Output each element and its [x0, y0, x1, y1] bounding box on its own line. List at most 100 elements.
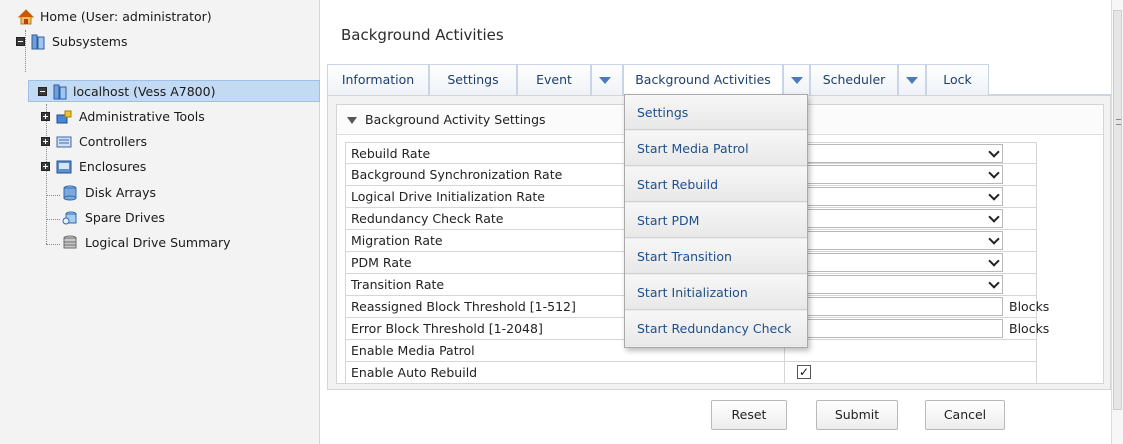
menu-item-start-transition[interactable]: Start Transition [625, 239, 807, 274]
menu-item-start-rebuild[interactable]: Start Rebuild [625, 167, 807, 202]
collapse-icon[interactable] [38, 87, 47, 96]
cancel-button[interactable]: Cancel [925, 400, 1005, 430]
tree-label-localhost: localhost (Vess A7800) [73, 84, 216, 99]
chevron-down-icon [988, 167, 1000, 179]
tab-scheduler[interactable]: Scheduler [810, 64, 898, 95]
tab-background-activities-menu-icon[interactable] [783, 64, 810, 95]
tree-item-spare-drives[interactable]: Spare Drives [0, 207, 320, 229]
setting-label: Error Block Threshold [1-2048] [351, 321, 543, 336]
setting-value-cell: m [785, 186, 1037, 208]
chevron-down-icon [988, 255, 1000, 267]
tree-item-disk-arrays[interactable]: Disk Arrays [0, 182, 320, 204]
setting-label: Transition Rate [351, 277, 445, 292]
tree-label: Spare Drives [85, 210, 165, 225]
tab-bar: Information Settings Event Background Ac… [327, 64, 1111, 96]
tree-item-controllers[interactable]: Controllers [0, 131, 320, 153]
rebuild-rate-select[interactable] [787, 144, 1003, 163]
chevron-down-icon [988, 146, 1000, 158]
menu-item-settings[interactable]: Settings [625, 95, 807, 130]
expand-icon[interactable] [41, 162, 50, 171]
chevron-down-icon [988, 189, 1000, 201]
submit-button[interactable]: Submit [816, 400, 898, 430]
spare-drive-icon [62, 211, 77, 225]
tree-label-subsystems: Subsystems [52, 34, 128, 49]
setting-value-cell: m [785, 274, 1037, 296]
setting-value-cell: Blocks [785, 296, 1049, 318]
redundancy-check-rate-select[interactable] [787, 209, 1003, 228]
tree-item-logical-drive-summary[interactable]: Logical Drive Summary [0, 232, 320, 254]
setting-value-cell [785, 252, 1037, 274]
tab-settings[interactable]: Settings [429, 64, 517, 95]
tab-lock[interactable]: Lock [926, 64, 989, 95]
tools-icon [56, 110, 72, 124]
disk-array-icon [63, 185, 77, 201]
setting-label: Logical Drive Initialization Rate [351, 189, 545, 204]
tree-label: Administrative Tools [79, 109, 205, 124]
expand-icon[interactable] [41, 137, 50, 146]
tree-label: Controllers [79, 134, 147, 149]
enclosure-icon [56, 160, 72, 174]
tree-item-subsystems[interactable]: Subsystems [0, 31, 320, 53]
chevron-down-icon [988, 211, 1000, 223]
menu-item-start-pdm[interactable]: Start PDM [625, 203, 807, 238]
tab-background-activities[interactable]: Background Activities [623, 64, 783, 96]
controller-icon [56, 136, 72, 148]
unit-label: Blocks [1009, 299, 1050, 314]
pdm-rate-select[interactable] [787, 253, 1003, 272]
server-icon [53, 84, 67, 100]
tab-scheduler-menu-icon[interactable] [898, 64, 926, 95]
error-block-threshold-input[interactable] [787, 319, 1003, 338]
tab-information[interactable]: Information [327, 64, 429, 95]
scrollbar-thumb[interactable] [1113, 10, 1122, 410]
menu-item-start-media-patrol[interactable]: Start Media Patrol [625, 131, 807, 166]
menu-item-start-initialization[interactable]: Start Initialization [625, 275, 807, 310]
enable-auto-rebuild-checkbox[interactable]: ✓ [797, 365, 811, 379]
transition-rate-select[interactable]: m [787, 275, 1003, 294]
menu-item-start-redundancy-check[interactable]: Start Redundancy Check [625, 311, 807, 346]
migration-rate-select[interactable] [787, 231, 1003, 250]
setting-value-cell [785, 142, 1037, 164]
logical-drive-initialization-rate-select[interactable]: m [787, 187, 1003, 206]
tree-label: Enclosures [79, 159, 147, 174]
tree-item-localhost[interactable]: localhost (Vess A7800) [28, 80, 320, 102]
background-synchronization-rate-select[interactable] [787, 165, 1003, 184]
chevron-down-icon [988, 277, 1000, 289]
setting-value-cell: Blocks [785, 318, 1049, 340]
setting-value-cell: ✓ [785, 362, 1037, 384]
tab-event-menu-icon[interactable] [591, 64, 623, 95]
chevron-down-icon [988, 233, 1000, 245]
home-icon [18, 9, 34, 25]
vertical-scrollbar[interactable] [1111, 0, 1123, 444]
logical-drive-icon [63, 235, 77, 249]
setting-value-cell [785, 208, 1037, 230]
collapse-icon[interactable] [16, 37, 25, 46]
navigation-tree: Home (User: administrator) Subsystems lo… [0, 0, 320, 444]
setting-value-cell [785, 230, 1037, 252]
collapse-arrow-icon[interactable] [347, 117, 357, 124]
tree-label: Logical Drive Summary [85, 235, 231, 250]
tab-event[interactable]: Event [517, 64, 591, 95]
reassigned-block-threshold-input[interactable] [787, 297, 1003, 316]
section-title: Background Activity Settings [365, 112, 546, 127]
page-title: Background Activities [341, 26, 504, 44]
setting-label: Reassigned Block Threshold [1-512] [351, 299, 576, 314]
tree-label: Disk Arrays [85, 185, 157, 200]
tree-label-home: Home (User: administrator) [40, 9, 212, 24]
setting-label: Migration Rate [351, 233, 443, 248]
setting-value-cell [785, 340, 1037, 362]
background-activities-menu: Settings Start Media Patrol Start Rebuil… [624, 94, 808, 348]
setting-label: Redundancy Check Rate [351, 211, 504, 226]
expand-icon[interactable] [41, 112, 50, 121]
setting-label: Background Synchronization Rate [351, 167, 563, 182]
setting-row: Enable Auto Rebuild [345, 362, 785, 384]
server-icon [31, 34, 45, 50]
setting-value-cell [785, 164, 1037, 186]
setting-label: PDM Rate [351, 255, 412, 270]
setting-label: Enable Media Patrol [351, 343, 475, 358]
tree-item-enclosures[interactable]: Enclosures [0, 156, 320, 178]
tree-item-home[interactable]: Home (User: administrator) [0, 6, 320, 28]
reset-button[interactable]: Reset [711, 400, 787, 430]
unit-label: Blocks [1009, 321, 1050, 336]
setting-label: Rebuild Rate [351, 146, 431, 161]
tree-item-administrative-tools[interactable]: Administrative Tools [0, 106, 320, 128]
